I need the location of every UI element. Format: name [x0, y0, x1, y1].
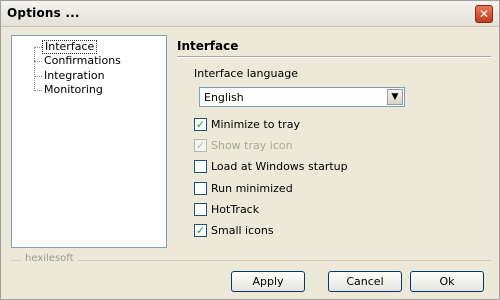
tree-connector-line [34, 47, 42, 48]
window-title: Options ... [7, 6, 80, 20]
checkbox-show-tray-icon-box: ✓ [194, 139, 207, 152]
checkbox-run-minimized-label: Run minimized [211, 182, 293, 195]
cancel-button[interactable]: Cancel [328, 271, 402, 292]
tree-connector-line [34, 47, 35, 91]
checkbox-small-icons-box[interactable]: ✓ [194, 224, 207, 237]
brand-label: hexilesoft [21, 253, 78, 264]
tree-item-monitoring[interactable]: Monitoring [42, 83, 105, 97]
tree-connector-line [34, 90, 42, 91]
checkbox-show-tray-icon-label: Show tray icon [211, 139, 293, 152]
tree-connector-line [34, 61, 42, 62]
language-select-value: English [204, 91, 244, 104]
checkbox-load-at-startup-box[interactable] [194, 160, 207, 173]
title-bar[interactable]: Options ... ✕ [1, 1, 499, 27]
close-icon: ✕ [478, 7, 490, 21]
tree-item-confirmations[interactable]: Confirmations [42, 54, 123, 68]
checkbox-load-at-startup-label: Load at Windows startup [211, 160, 348, 173]
options-window: Options ... ✕ Interface Confirmations In… [0, 0, 500, 300]
apply-button[interactable]: Apply [231, 271, 305, 292]
checkbox-hottrack-box[interactable] [194, 203, 207, 216]
checkbox-small-icons-label: Small icons [211, 224, 274, 237]
close-button[interactable]: ✕ [475, 5, 493, 23]
panel-title: Interface [177, 39, 239, 53]
tree-item-integration[interactable]: Integration [42, 69, 107, 83]
chevron-down-icon[interactable]: ▼ [387, 89, 403, 105]
checkbox-run-minimized-box[interactable] [194, 182, 207, 195]
tree-connector-line [34, 76, 42, 77]
options-tree[interactable]: Interface Confirmations Integration Moni… [11, 35, 167, 248]
tree-item-interface[interactable]: Interface [42, 40, 98, 54]
checkbox-minimize-to-tray-box[interactable]: ✓ [194, 118, 207, 131]
footer-divider [11, 260, 491, 261]
checkbox-minimize-to-tray-label: Minimize to tray [211, 118, 301, 131]
panel-divider [177, 56, 491, 58]
language-select[interactable]: English ▼ [199, 87, 405, 107]
checkbox-hottrack-label: HotTrack [211, 203, 260, 216]
language-label: Interface language [194, 67, 298, 80]
ok-button[interactable]: Ok [410, 271, 484, 292]
